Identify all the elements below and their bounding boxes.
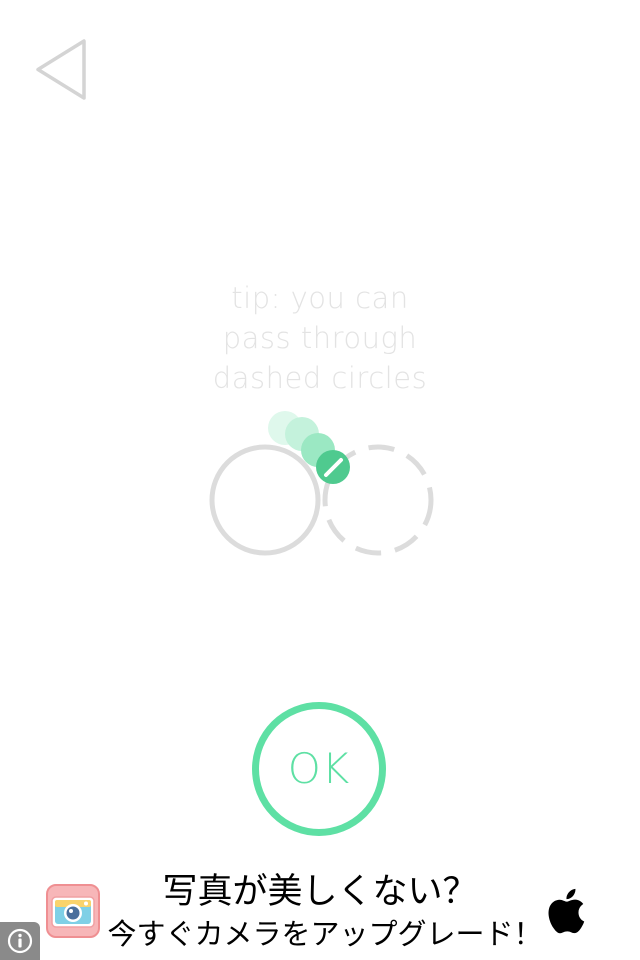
back-triangle-icon [36, 39, 86, 100]
ad-banner[interactable]: 写真が美しくない？ 今すぐカメラをアップグレード！ [0, 864, 640, 960]
ok-button[interactable]: OK [252, 702, 386, 836]
tip-line-2: pass through [222, 321, 418, 355]
ad-headline: 写真が美しくない？ [162, 872, 478, 912]
tutorial-screen: tip: you can pass through dashed circles… [0, 0, 640, 960]
back-button[interactable] [30, 36, 94, 104]
info-icon [7, 928, 33, 954]
solid-circle [209, 444, 321, 556]
ok-button-label: OK [287, 743, 351, 793]
tip-line-3: dashed circles [212, 361, 428, 395]
camera-app-icon [46, 884, 100, 938]
tip-line-1: tip: you can [231, 281, 409, 315]
ad-subline: 今すぐカメラをアップグレード！ [107, 917, 543, 951]
tip-text: tip: you can pass through dashed circles [120, 278, 520, 398]
ad-info-button[interactable] [0, 922, 40, 960]
tip-illustration [190, 400, 460, 580]
apple-icon [546, 888, 586, 934]
